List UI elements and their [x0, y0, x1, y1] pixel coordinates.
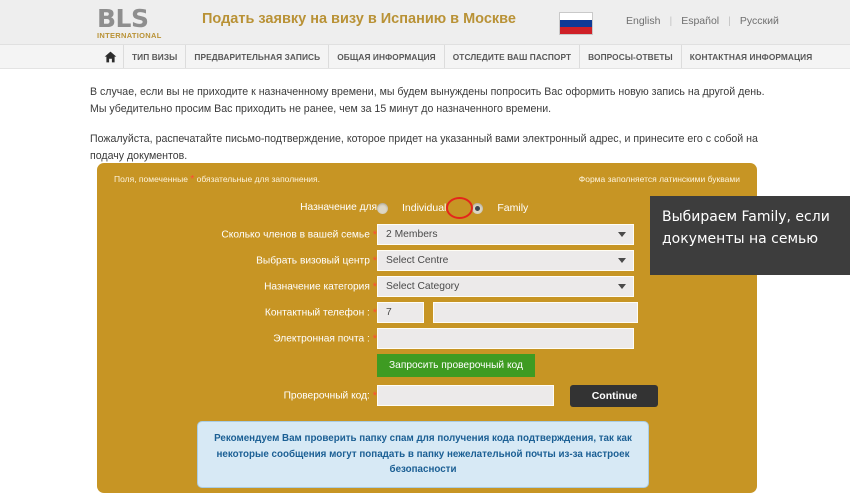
header-content: BLS INTERNATIONAL Подать заявку на визу … — [97, 0, 779, 44]
members-field: 2 Members — [377, 224, 634, 245]
chevron-down-icon — [618, 232, 626, 237]
language-link-espanol[interactable]: Español — [672, 15, 728, 27]
label-verification-code: Проверочный код: * — [97, 385, 377, 408]
label-phone-text: Контактный телефон : — [264, 307, 370, 319]
centre-field: Select Centre — [377, 250, 634, 271]
form-row-category: Назначение категория * Select Category — [97, 276, 757, 298]
select-category[interactable]: Select Category — [377, 276, 634, 297]
form-row-phone: Контактный телефон : * — [97, 302, 757, 324]
bls-logo[interactable]: BLS INTERNATIONAL — [97, 5, 183, 39]
russia-flag-icon — [559, 12, 593, 35]
verification-code-input[interactable] — [377, 385, 554, 406]
label-category-text: Назначение категория — [264, 281, 370, 293]
select-members-value: 2 Members — [386, 229, 438, 240]
select-centre-value: Select Centre — [386, 255, 449, 266]
nav-item-contact-info[interactable]: КОНТАКТНАЯ ИНФОРМАЦИЯ — [682, 45, 821, 68]
nav-item-appointment[interactable]: ПРЕДВАРИТЕЛЬНАЯ ЗАПИСЬ — [186, 45, 330, 68]
appointment-for-field: Individual Family — [377, 197, 554, 219]
phone-number-input[interactable] — [433, 302, 639, 323]
radio-label-family[interactable]: Family — [497, 202, 528, 214]
verification-code-wrapper: Continue — [377, 385, 659, 407]
continue-button[interactable]: Continue — [570, 385, 659, 407]
chevron-down-icon — [618, 284, 626, 289]
category-field: Select Category — [377, 276, 634, 297]
radio-label-individual[interactable]: Individual — [402, 202, 446, 214]
appointment-for-radio-group: Individual Family — [377, 197, 554, 219]
label-phone: Контактный телефон : * — [97, 302, 377, 325]
request-code-wrapper: Запросить проверочный код — [377, 354, 535, 377]
logo-primary-text: BLS — [97, 4, 149, 33]
flag-stripe-red — [560, 26, 592, 34]
nav-item-visa-type[interactable]: ТИП ВИЗЫ — [124, 45, 187, 68]
intro-paragraph-2: Пожалуйста, распечатайте письмо-подтверж… — [90, 133, 758, 162]
label-verification-code-text: Проверочный код: — [283, 390, 370, 402]
language-switcher: English | Español | Русский — [617, 15, 788, 27]
email-field-wrapper — [377, 328, 634, 349]
language-link-russian[interactable]: Русский — [731, 15, 788, 27]
nav-item-general-info[interactable]: ОБЩАЯ ИНФОРМАЦИЯ — [329, 45, 445, 68]
main-navigation: ТИП ВИЗЫ ПРЕДВАРИТЕЛЬНАЯ ЗАПИСЬ ОБЩАЯ ИН… — [97, 45, 820, 68]
language-link-english[interactable]: English — [617, 15, 669, 27]
label-email: Электронная почта : * — [97, 328, 377, 351]
form-row-request-code: Запросить проверочный код — [97, 354, 757, 377]
flag-stripe-blue — [560, 19, 592, 27]
radio-individual[interactable] — [377, 202, 388, 214]
nav-item-faq[interactable]: ВОПРОСЫ-ОТВЕТЫ — [580, 45, 682, 68]
select-centre[interactable]: Select Centre — [377, 250, 634, 271]
form-row-verification-code: Проверочный код: * Continue — [97, 385, 757, 407]
tutorial-annotation-box: Выбираем Family, если документы на семью — [650, 196, 850, 275]
logo-secondary-text: INTERNATIONAL — [97, 31, 162, 40]
nav-item-home[interactable] — [97, 45, 124, 68]
label-members-text: Сколько членов в вашей семье — [221, 229, 370, 241]
select-members[interactable]: 2 Members — [377, 224, 634, 245]
email-input[interactable] — [377, 328, 634, 349]
site-header: BLS INTERNATIONAL Подать заявку на визу … — [0, 0, 850, 45]
required-note-prefix: Поля, помеченные — [114, 174, 188, 184]
spam-folder-notice: Рекомендуем Вам проверить папку спам для… — [197, 421, 649, 488]
label-members: Сколько членов в вашей семье * — [97, 224, 377, 247]
label-email-text: Электронная почта : — [273, 333, 370, 345]
intro-paragraph-1: В случае, если вы не приходите к назначе… — [90, 86, 765, 115]
chevron-down-icon — [618, 258, 626, 263]
label-centre: Выбрать визовый центр * — [97, 250, 377, 273]
latin-letters-note: Форма заполняется латинскими буквами — [578, 174, 740, 184]
radio-family[interactable] — [472, 202, 484, 214]
form-row-email: Электронная почта : * — [97, 328, 757, 350]
flag-stripe-white — [560, 13, 592, 20]
request-verification-code-button[interactable]: Запросить проверочный код — [377, 354, 535, 377]
phone-field — [377, 302, 639, 323]
label-category: Назначение категория * — [97, 276, 377, 299]
label-appointment-for: Назначение для — [300, 202, 377, 213]
label-centre-text: Выбрать визовый центр — [256, 255, 370, 267]
home-icon — [104, 51, 116, 62]
required-note-suffix: обязательные для заполнения. — [196, 174, 321, 184]
nav-item-track-passport[interactable]: ОТСЛЕДИТЕ ВАШ ПАСПОРТ — [445, 45, 581, 68]
page-title: Подать заявку на визу в Испанию в Москве — [202, 11, 516, 27]
select-category-value: Select Category — [386, 281, 460, 292]
required-fields-note: Поля, помеченные * обязательные для запо… — [114, 174, 320, 185]
required-asterisk-legend: * — [190, 174, 195, 185]
phone-country-code-input[interactable] — [377, 302, 424, 323]
